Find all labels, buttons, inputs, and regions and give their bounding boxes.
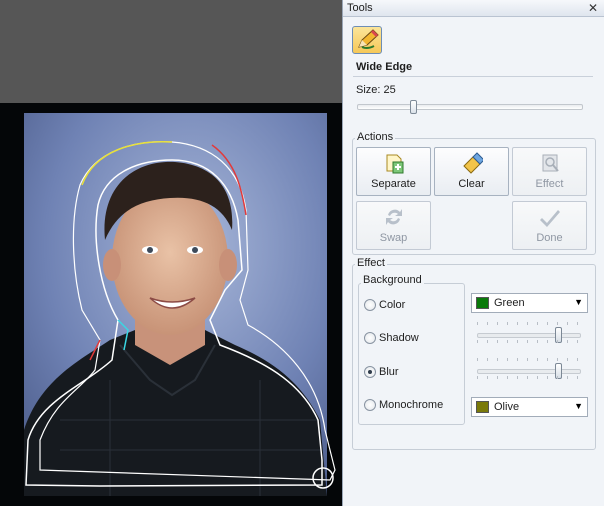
blur-slider[interactable] xyxy=(477,358,581,379)
size-slider[interactable] xyxy=(357,100,583,114)
tool-name: Wide Edge xyxy=(356,61,413,73)
effect-title: Effect xyxy=(355,257,387,269)
radio-label: Blur xyxy=(379,366,399,378)
close-icon[interactable]: ✕ xyxy=(588,0,598,16)
slider-ticks xyxy=(477,358,581,361)
chevron-down-icon: ▼ xyxy=(574,297,583,307)
radio-button[interactable] xyxy=(364,299,376,311)
swap-icon xyxy=(386,209,402,225)
slider-ticks xyxy=(477,376,581,379)
divider xyxy=(353,76,593,77)
effect-icon xyxy=(542,154,559,172)
separate-icon xyxy=(386,154,404,174)
radio-selected-dot xyxy=(368,370,372,374)
separate-button[interactable]: Separate xyxy=(356,147,431,196)
button-label: Swap xyxy=(379,232,408,244)
effect-button[interactable]: Effect xyxy=(512,147,587,196)
photo-canvas[interactable] xyxy=(0,0,342,506)
swap-button[interactable]: Swap xyxy=(356,201,431,250)
actions-title: Actions xyxy=(355,131,396,143)
radio-button[interactable] xyxy=(364,399,376,411)
image-canvas[interactable] xyxy=(0,0,342,506)
slider-track xyxy=(477,333,581,338)
color-swatch xyxy=(476,297,489,309)
slider-ticks xyxy=(477,322,581,325)
select-value: Olive xyxy=(494,401,520,413)
chevron-down-icon: ▼ xyxy=(574,401,583,411)
slider-track xyxy=(477,369,581,374)
radio-label: Shadow xyxy=(379,332,419,344)
panel-title: Tools xyxy=(347,2,373,14)
radio-label: Monochrome xyxy=(379,399,444,411)
color-select[interactable]: Green ▼ xyxy=(471,293,588,313)
eraser-icon xyxy=(463,152,483,174)
slider-thumb[interactable] xyxy=(410,100,417,114)
radio-label: Color xyxy=(379,299,406,311)
checkmark-icon xyxy=(540,210,560,227)
button-label: Done xyxy=(536,232,563,244)
button-label: Separate xyxy=(371,178,416,190)
monochrome-color-select[interactable]: Olive ▼ xyxy=(471,397,588,417)
done-button[interactable]: Done xyxy=(512,201,587,250)
portrait-photo xyxy=(24,113,327,496)
radio-button[interactable] xyxy=(364,332,376,344)
size-label: Size: 25 xyxy=(356,84,396,96)
slider-ticks xyxy=(477,340,581,343)
pencil-icon xyxy=(358,29,379,50)
button-label: Effect xyxy=(535,178,564,190)
select-value: Green xyxy=(494,297,525,309)
color-swatch xyxy=(476,401,489,413)
background-title: Background xyxy=(361,274,424,286)
wide-edge-tool-button[interactable] xyxy=(352,26,382,54)
slider-track xyxy=(357,104,583,110)
shadow-slider[interactable] xyxy=(477,322,581,343)
tools-titlebar: Tools ✕ xyxy=(343,0,604,17)
button-label: Clear xyxy=(458,178,485,190)
tools-panel: Tools ✕ Wide Edge Size: 25 Actions Separ… xyxy=(342,0,604,506)
radio-button[interactable] xyxy=(364,366,376,378)
clear-button[interactable]: Clear xyxy=(434,147,509,196)
